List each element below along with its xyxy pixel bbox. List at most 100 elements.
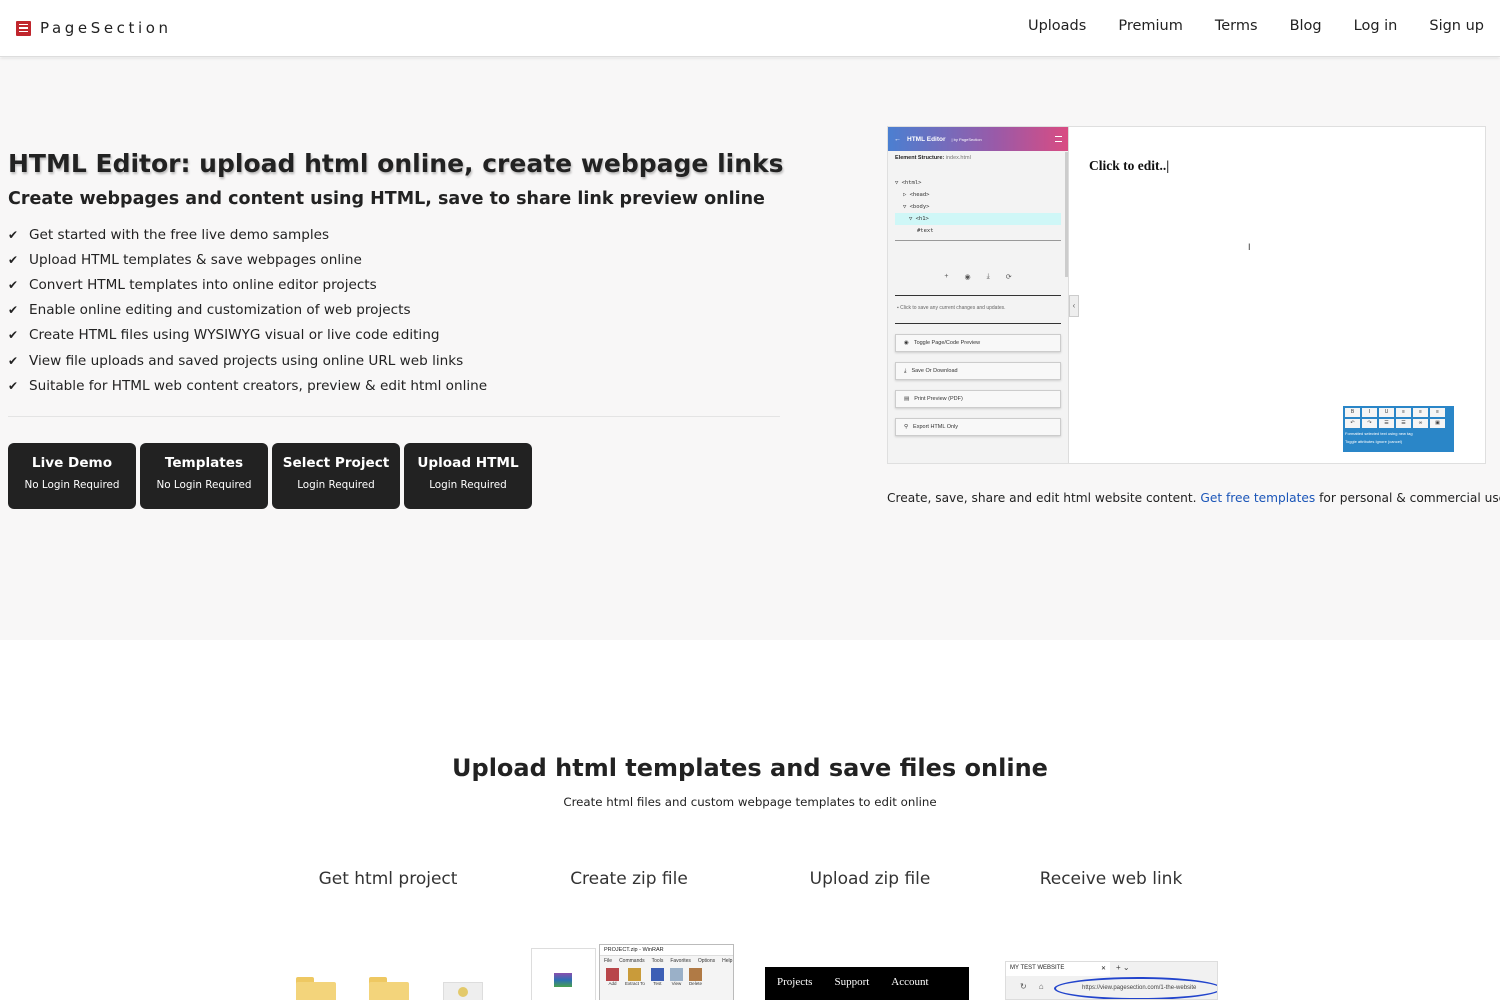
winrar-tool: Test	[650, 968, 664, 986]
upload-site-screenshot: Projects Support Account	[765, 967, 969, 1000]
element-tree: ▽ <html> ▷ <head> ▽ <body> ▽ <h1> #text	[895, 177, 1061, 241]
nav-link-premium[interactable]: Premium	[1118, 18, 1183, 34]
list-icon: ☰	[1379, 419, 1394, 428]
checkmark-icon: ✔	[8, 227, 19, 242]
nav-link-login[interactable]: Log in	[1354, 18, 1398, 34]
preview-caption: Create, save, share and edit html websit…	[887, 491, 1500, 505]
step-title: Get html project	[318, 869, 458, 889]
cta-button-row: Live Demo No Login Required Templates No…	[8, 443, 532, 509]
feature-list: ✔ Get started with the free live demo sam…	[8, 222, 487, 398]
nav-link-uploads[interactable]: Uploads	[1028, 18, 1086, 34]
winrar-tool: Delete	[688, 968, 702, 986]
close-icon: ✕	[1100, 966, 1106, 972]
winrar-tool: View	[669, 968, 683, 986]
eye-icon: ◉	[964, 274, 971, 281]
link-icon: ∞	[1413, 419, 1428, 428]
image-file-icon	[443, 982, 483, 1000]
feature-item: ✔ Convert HTML templates into online edit…	[8, 276, 377, 293]
new-tab-icon: + ⌄	[1116, 963, 1130, 972]
hero-section: HTML Editor: upload html online, create …	[0, 58, 1500, 640]
view-icon	[669, 968, 683, 981]
section-title: Upload html templates and save files onl…	[452, 754, 1048, 782]
canvas-text: Click to edit..|	[1089, 158, 1170, 173]
feature-item: ✔ Upload HTML templates & save webpages o…	[8, 251, 362, 268]
checkmark-icon: ✔	[8, 252, 19, 267]
refresh-icon: ⟳	[1005, 274, 1012, 281]
feature-item: ✔ Suitable for HTML web content creators,…	[8, 377, 488, 394]
editor-header: ← HTML Editor | by PageSection	[888, 127, 1068, 151]
underline-icon: U	[1379, 408, 1394, 417]
section-subtitle: Create html files and custom webpage tem…	[563, 795, 937, 809]
reload-icon: ↻	[1020, 982, 1027, 991]
tree-node: #text	[917, 228, 934, 234]
step-title: Create zip file	[570, 869, 688, 889]
step-title: Receive web link	[1039, 869, 1183, 889]
link-icon: ⚲	[904, 424, 909, 430]
winrar-toolbar: Add Extract To Test View Delete	[600, 966, 733, 988]
upload-site-nav-item: Account	[891, 976, 929, 988]
editor-preview-image[interactable]: ← HTML Editor | by PageSection Element S…	[887, 126, 1486, 464]
add-icon: +	[944, 273, 949, 280]
browser-url-bar: https://view.pagesection.com/1-the-websi…	[1054, 977, 1217, 999]
print-icon: ▤	[904, 396, 910, 402]
browser-screenshot: MY TEST WEBSITE ✕ + ⌄ ↻ ⌂ https://view.p…	[1005, 961, 1218, 1000]
text-cursor-icon: I	[1248, 242, 1251, 252]
upload-site-nav-item: Support	[834, 976, 870, 988]
top-navigation-bar: PageSection Uploads Premium Terms Blog L…	[0, 0, 1500, 57]
winrar-title: PROJECT.zip - WinRAR	[600, 945, 733, 956]
templates-button[interactable]: Templates No Login Required	[140, 443, 268, 509]
winrar-screenshot: PROJECT.zip - WinRAR File Commands Tools…	[531, 944, 734, 1000]
image-icon: ▣	[1430, 419, 1445, 428]
align-left-icon: ≡	[1396, 408, 1411, 417]
download-icon: ⤓	[904, 367, 907, 374]
editor-sidebar: ← HTML Editor | by PageSection Element S…	[888, 127, 1069, 463]
select-project-button[interactable]: Select Project Login Required	[272, 443, 400, 509]
brand-name: PageSection	[40, 19, 172, 37]
free-templates-link[interactable]: Get free templates	[1200, 491, 1315, 505]
export-html-button: ⚲ Export HTML Only	[895, 418, 1061, 436]
test-icon	[650, 968, 664, 981]
delete-icon	[688, 968, 702, 981]
sidebar-scrollbar	[1065, 152, 1068, 277]
feature-item: ✔ Get started with the free live demo sam…	[8, 226, 330, 243]
menu-icon	[1055, 136, 1062, 142]
winrar-archive-icon	[554, 973, 572, 987]
winrar-window: PROJECT.zip - WinRAR File Commands Tools…	[599, 944, 734, 1000]
toggle-preview-button: ◉ Toggle Page/Code Preview	[895, 334, 1061, 352]
toolbar-note: Formatted selected text using new tag	[1345, 431, 1413, 436]
winrar-tool: Extract To	[625, 968, 645, 986]
format-toolbar: B I U ≡ ≡ ≡ ↶ ↷ ☰ ☰ ∞ ▣ Formatted select…	[1343, 406, 1454, 452]
checkmark-icon: ✔	[8, 378, 19, 393]
tree-node: ▷ <head>	[903, 192, 930, 198]
tree-node: ▽ <html>	[895, 180, 922, 186]
checkmark-icon: ✔	[8, 303, 19, 318]
browser-nav-icons: ↻ ⌂	[1020, 982, 1044, 991]
brand[interactable]: PageSection	[16, 19, 172, 37]
winrar-tool: Add	[606, 968, 619, 986]
back-arrow-icon: ←	[894, 135, 901, 143]
tree-action-icons: + ◉ ⤓ ⟳	[888, 273, 1068, 281]
step-title: Upload zip file	[809, 869, 931, 889]
winrar-menu: File Commands Tools Favorites Options He…	[604, 958, 733, 964]
feature-item: ✔ Create HTML files using WYSIWYG visual …	[8, 327, 440, 344]
checkmark-icon: ✔	[8, 353, 19, 368]
undo-icon: ↶	[1345, 419, 1360, 428]
nav-link-signup[interactable]: Sign up	[1429, 18, 1484, 34]
live-demo-button[interactable]: Live Demo No Login Required	[8, 443, 136, 509]
zip-file-thumbnail	[531, 948, 596, 1000]
nav-link-terms[interactable]: Terms	[1215, 18, 1258, 34]
italic-icon: I	[1362, 408, 1377, 417]
format-toolbar-grid: B I U ≡ ≡ ≡ ↶ ↷ ☰ ☰ ∞ ▣	[1345, 408, 1452, 428]
tree-node: ▽ <body>	[903, 204, 930, 210]
upload-site-nav-item: Projects	[777, 976, 813, 988]
feature-item: ✔ Enable online editing and customization…	[8, 302, 411, 319]
nav-link-blog[interactable]: Blog	[1290, 18, 1322, 34]
align-center-icon: ≡	[1413, 408, 1428, 417]
divider	[8, 416, 780, 417]
element-structure-label: Element Structure: index.html	[895, 155, 971, 161]
extract-icon	[628, 968, 642, 981]
hero-title: HTML Editor: upload html online, create …	[8, 149, 784, 178]
save-download-button: ⤓ Save Or Download	[895, 362, 1061, 380]
home-icon: ⌂	[1038, 982, 1044, 991]
upload-html-button[interactable]: Upload HTML Login Required	[404, 443, 532, 509]
